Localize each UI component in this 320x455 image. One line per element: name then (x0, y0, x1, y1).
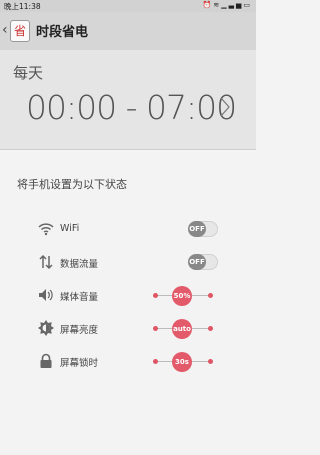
status-bar: 晚上11:38 ⏰≋▁▃▅▭ (0, 0, 256, 12)
wifi-toggle[interactable]: OFF (188, 221, 218, 237)
data-toggle-knob: OFF (188, 254, 206, 270)
signal-icon: ▁▃▅ (221, 1, 244, 9)
back-icon[interactable]: ‹ (2, 22, 8, 38)
volume-min-dot (153, 293, 158, 298)
page-title: 时段省电 (36, 25, 89, 40)
setting-row-volume: 媒体音量 50% (0, 285, 256, 307)
action-bar: ‹ 省 时段省电 (0, 12, 256, 50)
brightness-thumb[interactable]: auto (172, 319, 192, 339)
chevron-right-icon (220, 97, 230, 117)
setting-row-wifi: WiFi OFF (0, 219, 256, 241)
brightness-label: 屏幕亮度 (60, 325, 99, 336)
volume-label: 媒体音量 (60, 292, 99, 303)
lock-thumb[interactable]: 30s (172, 352, 192, 372)
wifi-toggle-knob: OFF (188, 221, 206, 237)
data-toggle[interactable]: OFF (188, 254, 218, 270)
brightness-slider[interactable]: auto (150, 318, 216, 340)
app-icon: 省 (10, 20, 30, 42)
status-time: 晚上11:38 (4, 2, 41, 11)
battery-icon: ▭ (243, 1, 252, 9)
wifi-icon (38, 223, 54, 236)
alarm-icon: ⏰ (202, 1, 214, 9)
data-transfer-icon (39, 254, 53, 270)
volume-slider[interactable]: 50% (150, 285, 216, 307)
section-title: 将手机设置为以下状态 (17, 178, 127, 191)
schedule-repeat-label: 每天 (13, 64, 44, 82)
lock-label: 屏幕锁时 (60, 358, 99, 369)
speaker-icon (39, 289, 53, 301)
setting-row-lock: 屏幕锁时 30s (0, 351, 256, 373)
setting-row-brightness: 屏幕亮度 auto (0, 318, 256, 340)
schedule-time-range: 00:00 - 07:00 (26, 88, 237, 127)
wifi-label: WiFi (60, 223, 80, 234)
setting-row-data: 数据流量 OFF (0, 252, 256, 274)
brightness-max-dot (208, 326, 213, 331)
status-icons: ⏰≋▁▃▅▭ (203, 1, 252, 9)
lock-max-dot (208, 359, 213, 364)
lock-min-dot (153, 359, 158, 364)
app-icon-text: 省 (13, 24, 26, 38)
schedule-panel[interactable]: 每天 00:00 - 07:00 (0, 50, 256, 150)
lock-slider[interactable]: 30s (150, 351, 216, 373)
brightness-icon (38, 320, 54, 336)
volume-thumb[interactable]: 50% (172, 286, 192, 306)
lock-icon (40, 353, 52, 368)
data-label: 数据流量 (60, 259, 99, 270)
volume-max-dot (208, 293, 213, 298)
brightness-min-dot (153, 326, 158, 331)
